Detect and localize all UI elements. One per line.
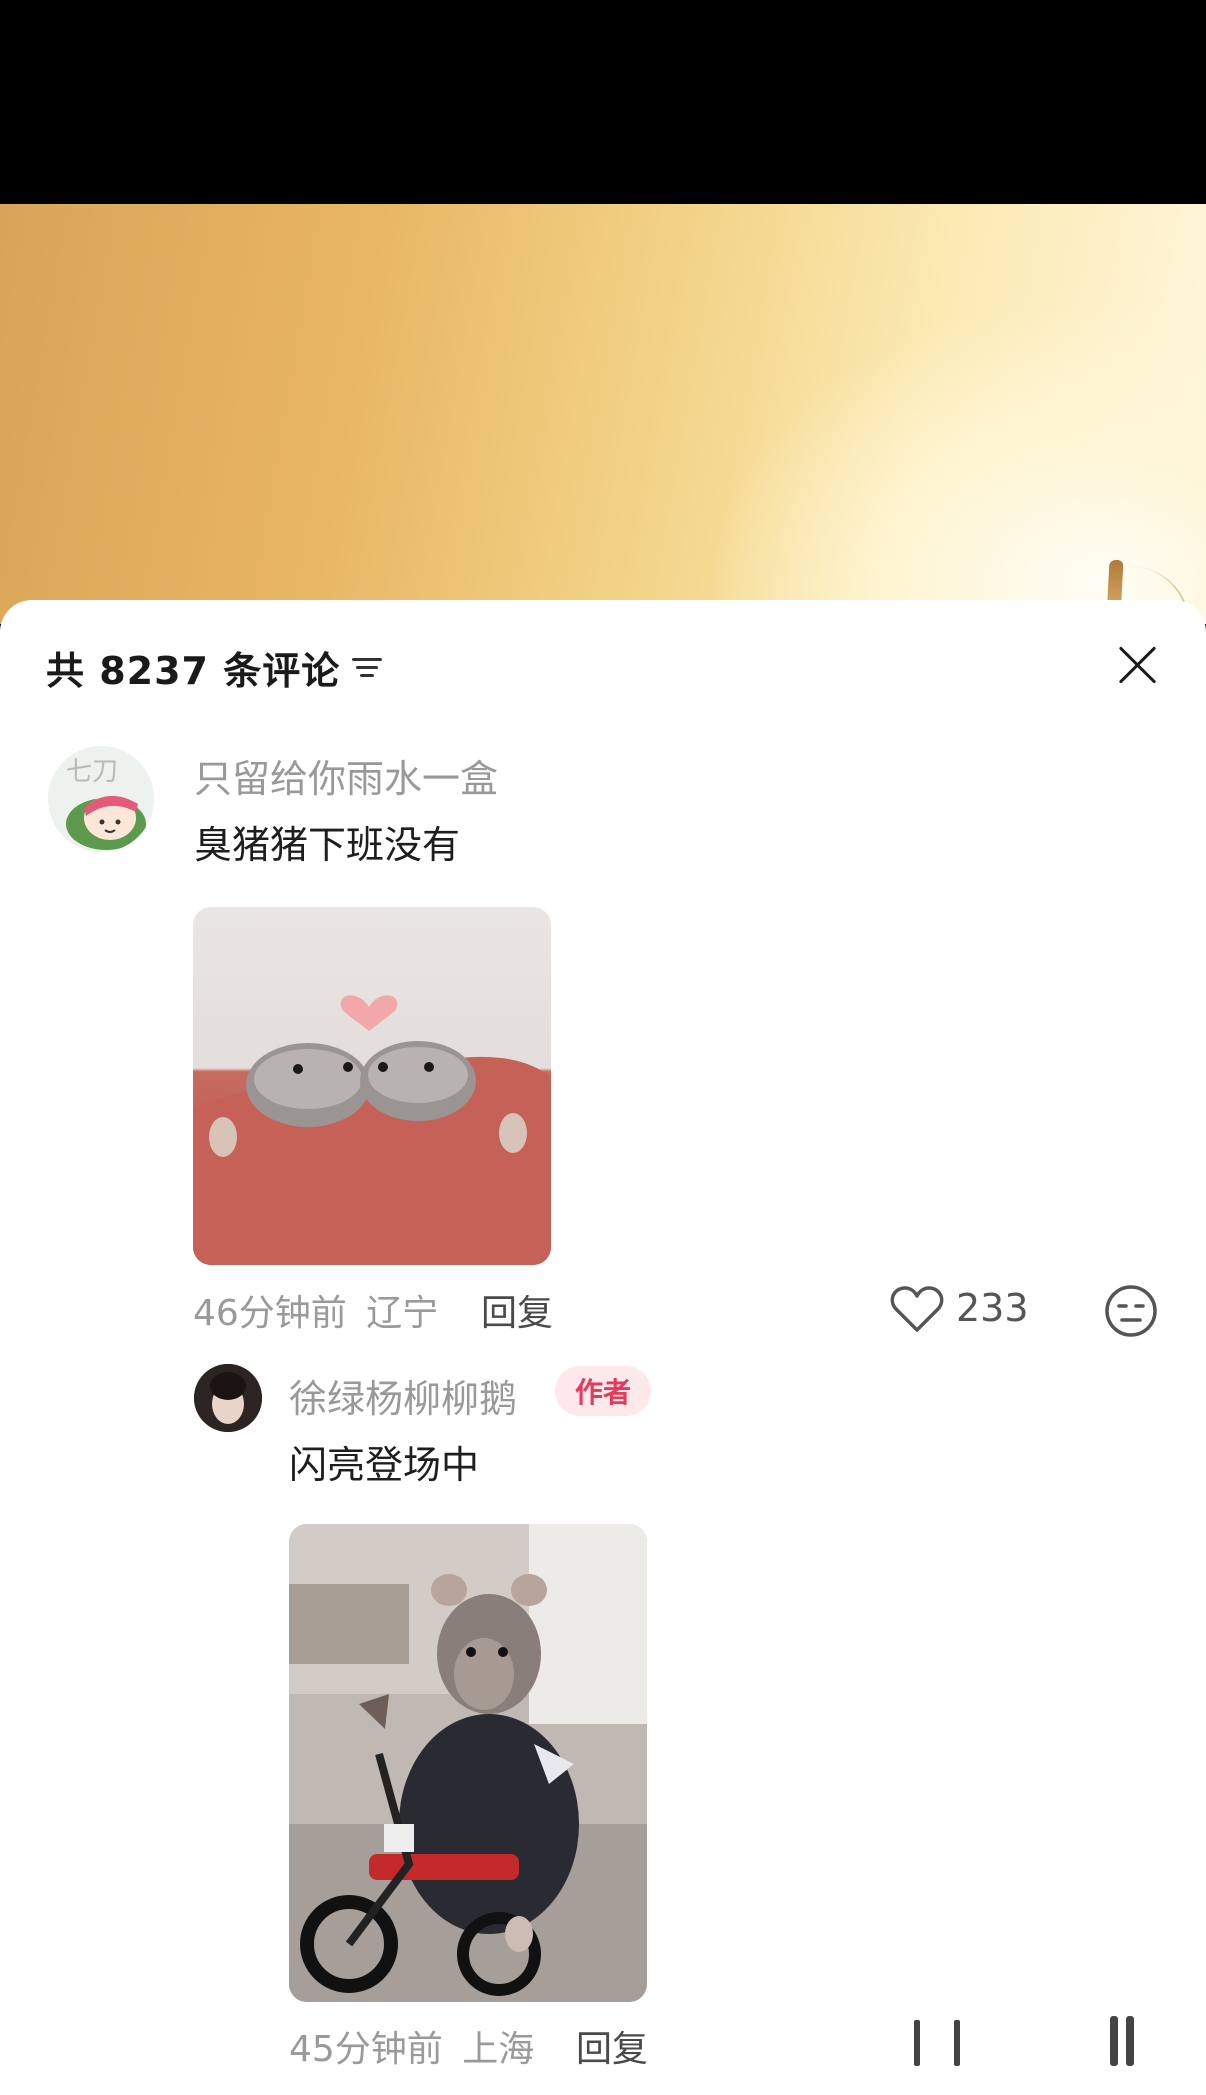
avatar[interactable]: 七刀 [48, 746, 154, 852]
comment-username[interactable]: 只留给你雨水一盒 [194, 748, 498, 803]
comment-location: 上海 [462, 2029, 535, 2070]
comment-location: 辽宁 [366, 1293, 439, 1334]
reply-button[interactable]: 回复 [481, 1284, 553, 1336]
sort-filter-icon[interactable] [352, 652, 386, 682]
video-backdrop[interactable] [0, 204, 1206, 716]
comment-meta: 45分钟前 上海 [289, 2020, 534, 2072]
comment-text: 闪亮登场中 [289, 1443, 480, 1487]
heart-outline-icon[interactable] [890, 1284, 944, 1334]
reply-button[interactable]: 回复 [576, 2020, 648, 2072]
avatar[interactable] [194, 1364, 262, 1432]
comment-image-hamsters[interactable] [193, 907, 551, 1265]
comment-time: 46分钟前 [193, 1293, 347, 1334]
top-black-bar [0, 0, 1206, 204]
comment-sheet-header: 共 8237 条评论 [46, 642, 386, 693]
comment-sheet: 共 8237 条评论 七刀 只留给你雨水一盒 臭猪猪下班没有 46分钟前 辽宁 … [0, 600, 1206, 2095]
comment-time: 45分钟前 [289, 2029, 443, 2070]
comment-image-rat-bike[interactable] [289, 1524, 647, 2002]
partial-icons-row [914, 2016, 1134, 2066]
comment-username[interactable]: 徐绿杨柳柳鹅 [289, 1368, 517, 1423]
comment-count-title: 共 8237 条评论 [46, 648, 341, 693]
svg-text:七刀: 七刀 [66, 757, 118, 787]
close-icon[interactable] [1116, 644, 1158, 686]
comment-text: 臭猪猪下班没有 [194, 823, 461, 867]
like-count: 233 [956, 1286, 1029, 1330]
avatar-pig-icon: 七刀 [48, 746, 154, 852]
meh-face-icon[interactable] [1104, 1284, 1158, 1338]
author-badge: 作者 [555, 1366, 651, 1416]
comment-meta: 46分钟前 辽宁 [193, 1284, 438, 1336]
